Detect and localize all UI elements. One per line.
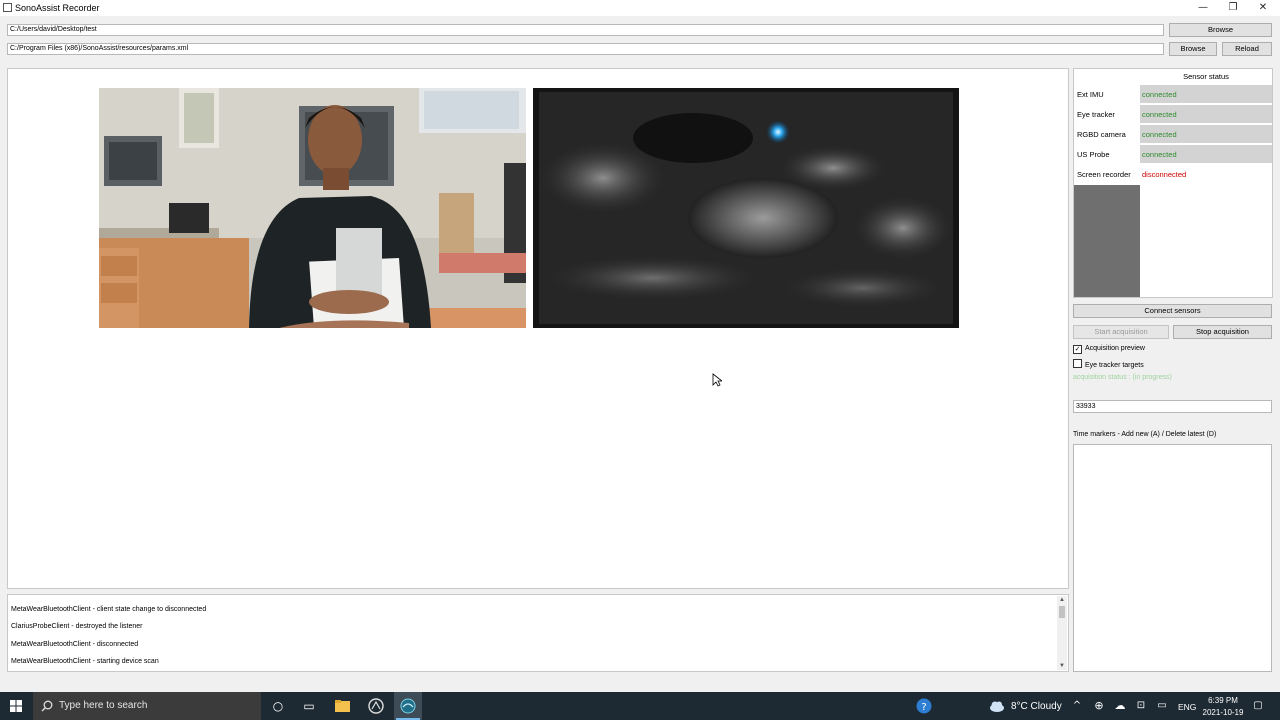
help-icon[interactable]: ? xyxy=(916,698,932,714)
window-title: SonoAssist Recorder xyxy=(15,3,100,13)
cortana-icon[interactable]: ○ xyxy=(269,692,287,720)
tray-app-icon[interactable]: ⊡ xyxy=(1134,692,1148,720)
sonoassist-icon xyxy=(400,698,416,714)
search-icon xyxy=(41,700,53,712)
taskbar-search-box[interactable]: Type here to search xyxy=(33,692,261,720)
notifications-icon[interactable]: ▢ xyxy=(1251,692,1265,720)
eye-tracker-targets-label: Eye tracker targets xyxy=(1085,362,1144,369)
sensor-name: US Probe xyxy=(1077,150,1110,159)
minimize-button[interactable]: — xyxy=(1188,0,1218,16)
log-line: ClariusProbeClient - destroyed the liste… xyxy=(11,623,143,630)
log-line: MetaWearBluetoothClient - disconnected xyxy=(11,641,139,648)
sensor-name: Ext IMU xyxy=(1077,90,1104,99)
maximize-button[interactable]: ❐ xyxy=(1218,0,1248,16)
sensor-status-header: Sensor status xyxy=(1183,72,1229,81)
scroll-thumb[interactable] xyxy=(1059,606,1065,618)
browse-output-button[interactable]: Browse xyxy=(1169,23,1272,37)
log-console[interactable]: MetaWearBluetoothClient - client state c… xyxy=(7,594,1069,672)
app-taskbar-icon[interactable] xyxy=(368,698,384,714)
acquisition-preview-label: Acquisition preview xyxy=(1085,345,1145,352)
weather-text[interactable]: 8°C Cloudy xyxy=(1011,701,1062,712)
search-placeholder: Type here to search xyxy=(59,700,148,711)
log-line: MetaWearBluetoothClient - client state c… xyxy=(11,606,207,613)
cloud-icon xyxy=(990,701,1004,712)
onedrive-icon[interactable]: ☁ xyxy=(1113,692,1127,720)
reload-button[interactable]: Reload xyxy=(1222,42,1272,56)
acquisition-status-label: acquisition status : (in progress) xyxy=(1073,374,1172,381)
svg-text:?: ? xyxy=(921,702,926,713)
time-markers-label: Time markers - Add new (A) / Delete late… xyxy=(1073,431,1217,438)
stop-acquisition-button[interactable]: Stop acquisition xyxy=(1173,325,1272,339)
sensor-status-cell: connected xyxy=(1140,85,1272,104)
windows-start-icon[interactable] xyxy=(10,700,22,712)
params-file-field[interactable]: C:/Program Files (x86)/SonoAssist/resour… xyxy=(7,43,1164,55)
task-view-icon[interactable]: ▭ xyxy=(300,692,318,720)
frame-counter-field[interactable]: 33933 xyxy=(1073,400,1272,413)
clock-time[interactable]: 6:39 PM xyxy=(1207,696,1239,705)
windows-taskbar: Type here to search ○ ▭ ? 8°C Cloudy ^ ⊕… xyxy=(0,692,1280,720)
scroll-down-icon[interactable]: ▼ xyxy=(1057,662,1067,670)
language-indicator[interactable]: ENG xyxy=(1178,702,1196,712)
close-button[interactable]: ✕ xyxy=(1248,0,1278,16)
eye-tracker-targets-checkbox[interactable]: Eye tracker targets xyxy=(1073,359,1144,371)
log-scrollbar[interactable]: ▲ ▼ xyxy=(1057,596,1067,670)
globe-icon[interactable]: ⊕ xyxy=(1092,692,1106,720)
sensor-status-table: Sensor status Ext IMU connected Eye trac… xyxy=(1073,68,1273,298)
checkbox-checked-icon[interactable]: ✓ xyxy=(1073,345,1082,354)
sensor-name: Screen recorder xyxy=(1077,170,1131,179)
sensor-status-cell: disconnected xyxy=(1140,165,1272,184)
acquisition-preview-checkbox[interactable]: ✓ Acquisition preview xyxy=(1073,344,1145,354)
connect-sensors-button[interactable]: Connect sensors xyxy=(1073,304,1272,318)
start-acquisition-button[interactable]: Start acquisition xyxy=(1073,325,1169,339)
scroll-up-icon[interactable]: ▲ xyxy=(1057,596,1067,604)
file-explorer-icon[interactable] xyxy=(335,700,350,712)
battery-icon[interactable]: ▭ xyxy=(1155,692,1169,720)
sensor-status-cell: connected xyxy=(1140,145,1272,164)
sensor-name: RGBD camera xyxy=(1077,130,1126,139)
sensor-status-cell: connected xyxy=(1140,105,1272,124)
log-line: MetaWearBluetoothClient - starting devic… xyxy=(11,658,159,665)
browse-params-button[interactable]: Browse xyxy=(1169,42,1217,56)
sonoassist-taskbar-button[interactable] xyxy=(394,692,422,720)
mouse-cursor-icon xyxy=(712,373,722,387)
chevron-up-icon[interactable]: ^ xyxy=(1070,692,1084,720)
ultrasound-feed xyxy=(533,88,959,328)
sensor-name: Eye tracker xyxy=(1077,110,1115,119)
time-markers-list[interactable] xyxy=(1073,444,1272,672)
rgb-camera-feed xyxy=(99,88,526,328)
clock-date[interactable]: 2021-10-19 xyxy=(1201,708,1245,717)
checkbox-unchecked-icon[interactable] xyxy=(1073,359,1082,368)
app-icon xyxy=(3,3,12,12)
sensor-table-empty-area xyxy=(1074,185,1140,297)
output-folder-field[interactable]: C:/Users/david/Desktop/test xyxy=(7,24,1164,36)
title-bar: SonoAssist Recorder — ❐ ✕ xyxy=(0,0,1280,16)
sensor-status-cell: connected xyxy=(1140,125,1272,144)
